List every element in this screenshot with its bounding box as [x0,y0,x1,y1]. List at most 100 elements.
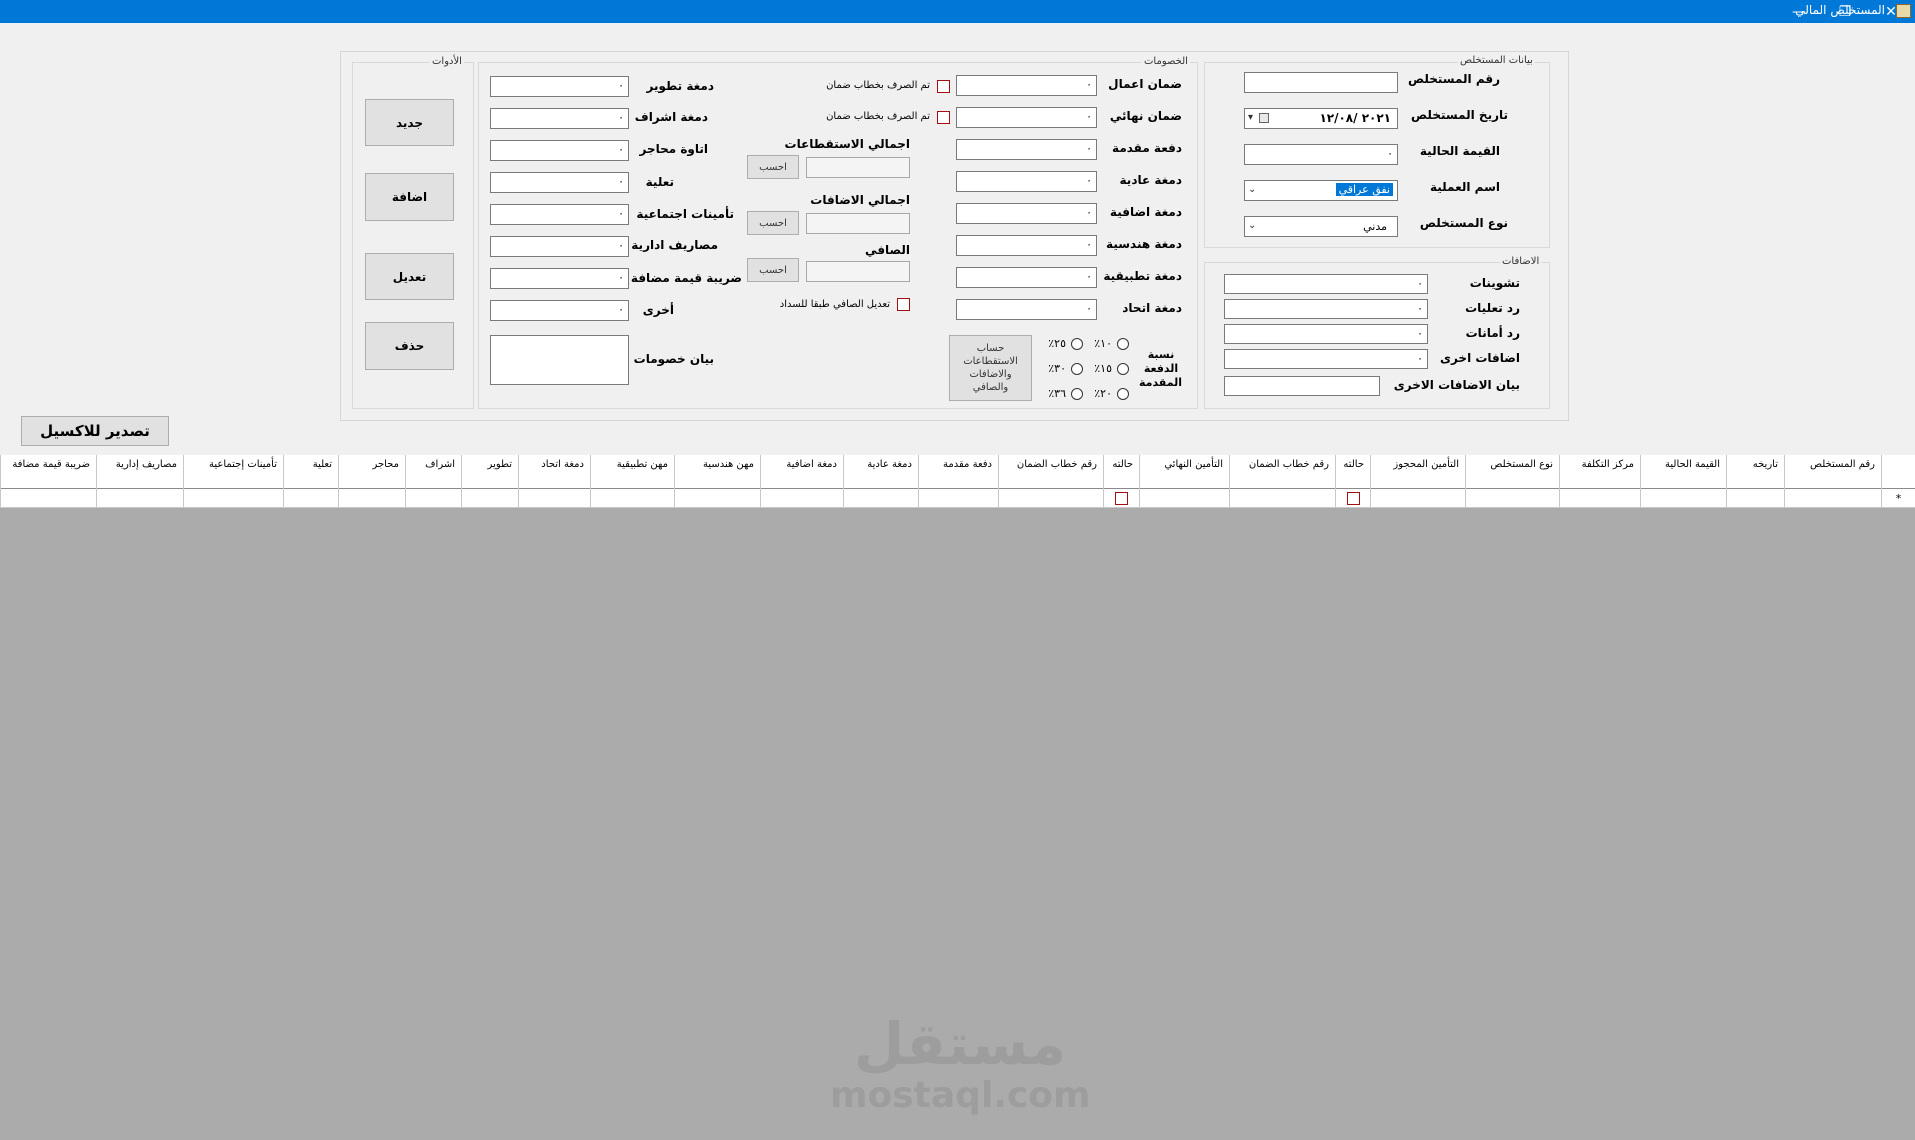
column-header[interactable]: محاجر [338,455,405,489]
pct-25-radio[interactable] [1071,338,1083,350]
pct-10-radio[interactable] [1117,338,1129,350]
column-header[interactable]: رقم المستخلص [1784,455,1881,489]
table-cell[interactable] [1103,489,1139,508]
table-cell[interactable] [1370,489,1465,508]
deduction2-input-8[interactable]: ٠ [490,300,629,321]
delete-button[interactable]: حذف [365,322,454,370]
column-header[interactable]: تطوير [461,455,518,489]
deduction2-input-6[interactable]: ٠ [490,236,629,257]
statement-date-picker[interactable]: ▾ ٢٠٢١ /١٢/٠٨ [1244,108,1398,129]
status-checkbox[interactable] [1347,492,1360,505]
pct-30-radio[interactable] [1071,363,1083,375]
column-header[interactable]: تأمينات إجتماعية [183,455,283,489]
column-header[interactable]: مهن هندسية [674,455,760,489]
deduction2-input-2[interactable]: ٠ [490,108,629,129]
close-button[interactable]: ✕ [1868,0,1914,23]
table-cell[interactable] [1465,489,1559,508]
column-header[interactable]: تاريخه [1726,455,1784,489]
table-cell[interactable] [674,489,760,508]
addition-input-2[interactable]: ٠ [1224,299,1428,319]
table-cell[interactable] [518,489,590,508]
column-header[interactable]: مصاريف إدارية [96,455,183,489]
operation-name-select[interactable]: ⌄ نفق عراقي [1244,180,1398,201]
column-header[interactable]: دمغة اضافية [760,455,843,489]
calc-total-additions-button[interactable]: احسب [747,211,799,235]
table-cell[interactable] [1640,489,1726,508]
table-cell[interactable] [0,489,96,508]
deduction2-input-3[interactable]: ٠ [490,140,629,161]
addition-input-1[interactable]: ٠ [1224,274,1428,294]
pct-20-radio[interactable] [1117,388,1129,400]
table-cell[interactable] [1559,489,1640,508]
statement-number-input[interactable] [1244,72,1398,93]
table-cell[interactable] [1229,489,1335,508]
table-cell[interactable] [338,489,405,508]
deduction-input-5[interactable]: ٠ [956,203,1097,224]
table-cell[interactable] [1139,489,1229,508]
export-excel-button[interactable]: تصدير للاكسيل [21,416,169,446]
column-header[interactable]: حالته [1103,455,1139,489]
table-cell[interactable] [918,489,998,508]
column-header[interactable]: تعلية [283,455,338,489]
calc-total-deductions-button[interactable]: احسب [747,155,799,179]
table-cell[interactable] [1784,489,1881,508]
table-cell[interactable] [760,489,843,508]
table-cell[interactable] [843,489,918,508]
table-cell[interactable] [183,489,283,508]
table-row[interactable]: * [0,489,1915,508]
deduction2-input-1[interactable]: ٠ [490,76,629,97]
new-button[interactable]: جديد [365,99,454,146]
table-cell[interactable] [998,489,1103,508]
deduction-input-8[interactable]: ٠ [956,299,1097,320]
column-header[interactable]: القيمة الحالية [1640,455,1726,489]
table-cell[interactable] [1726,489,1784,508]
pct-36-radio[interactable] [1071,388,1083,400]
deduction-input-1[interactable]: ٠ [956,75,1097,96]
column-header[interactable]: نوع المستخلص [1465,455,1559,489]
deduction-input-4[interactable]: ٠ [956,171,1097,192]
table-cell[interactable] [283,489,338,508]
table-cell[interactable] [461,489,518,508]
column-header[interactable]: مركز التكلفة [1559,455,1640,489]
column-header[interactable]: دفعة مقدمة [918,455,998,489]
table-cell[interactable] [590,489,674,508]
chevron-down-icon[interactable]: ⌄ [1248,220,1256,231]
column-header[interactable]: دمغة اتحاد [518,455,590,489]
column-header[interactable]: دمغة عادية [843,455,918,489]
deduction-input-7[interactable]: ٠ [956,267,1097,288]
column-header[interactable]: رقم خطاب الضمان [998,455,1103,489]
column-header[interactable]: حالته [1335,455,1370,489]
status-checkbox[interactable] [1115,492,1128,505]
column-header[interactable]: التأمين المحجوز [1370,455,1465,489]
chevron-down-icon[interactable]: ▾ [1248,112,1253,123]
pct-15-radio[interactable] [1117,363,1129,375]
statement-type-select[interactable]: ⌄ مدني [1244,216,1398,237]
deduction2-input-4[interactable]: ٠ [490,172,629,193]
calendar-icon[interactable] [1259,113,1269,123]
guarantee-letter-checkbox-1[interactable] [937,80,950,93]
table-cell[interactable] [96,489,183,508]
calc-net-button[interactable]: احسب [747,258,799,282]
additions-notes-input[interactable] [1224,376,1380,396]
restore-button[interactable]: ❐ [1822,0,1868,23]
adjust-net-checkbox[interactable] [897,298,910,311]
guarantee-letter-checkbox-2[interactable] [937,111,950,124]
deduction-input-6[interactable]: ٠ [956,235,1097,256]
table-cell[interactable] [1335,489,1370,508]
chevron-down-icon[interactable]: ⌄ [1248,184,1256,195]
table-cell[interactable] [405,489,461,508]
column-header[interactable]: رقم خطاب الضمان [1229,455,1335,489]
deduction-input-3[interactable]: ٠ [956,139,1097,160]
deduction2-input-7[interactable]: ٠ [490,268,629,289]
deduction-input-2[interactable]: ٠ [956,107,1097,128]
addition-input-4[interactable]: ٠ [1224,349,1428,369]
column-header[interactable]: مهن تطبيقية [590,455,674,489]
column-header[interactable]: اشراف [405,455,461,489]
deductions-notes-input[interactable] [490,335,629,385]
addition-input-3[interactable]: ٠ [1224,324,1428,344]
column-header[interactable]: التأمين النهائي [1139,455,1229,489]
minimize-button[interactable]: — [1776,0,1822,23]
column-header[interactable]: ضريبة قيمة مضافة [0,455,96,489]
add-button[interactable]: اضافة [365,173,454,221]
edit-button[interactable]: تعديل [365,253,454,300]
